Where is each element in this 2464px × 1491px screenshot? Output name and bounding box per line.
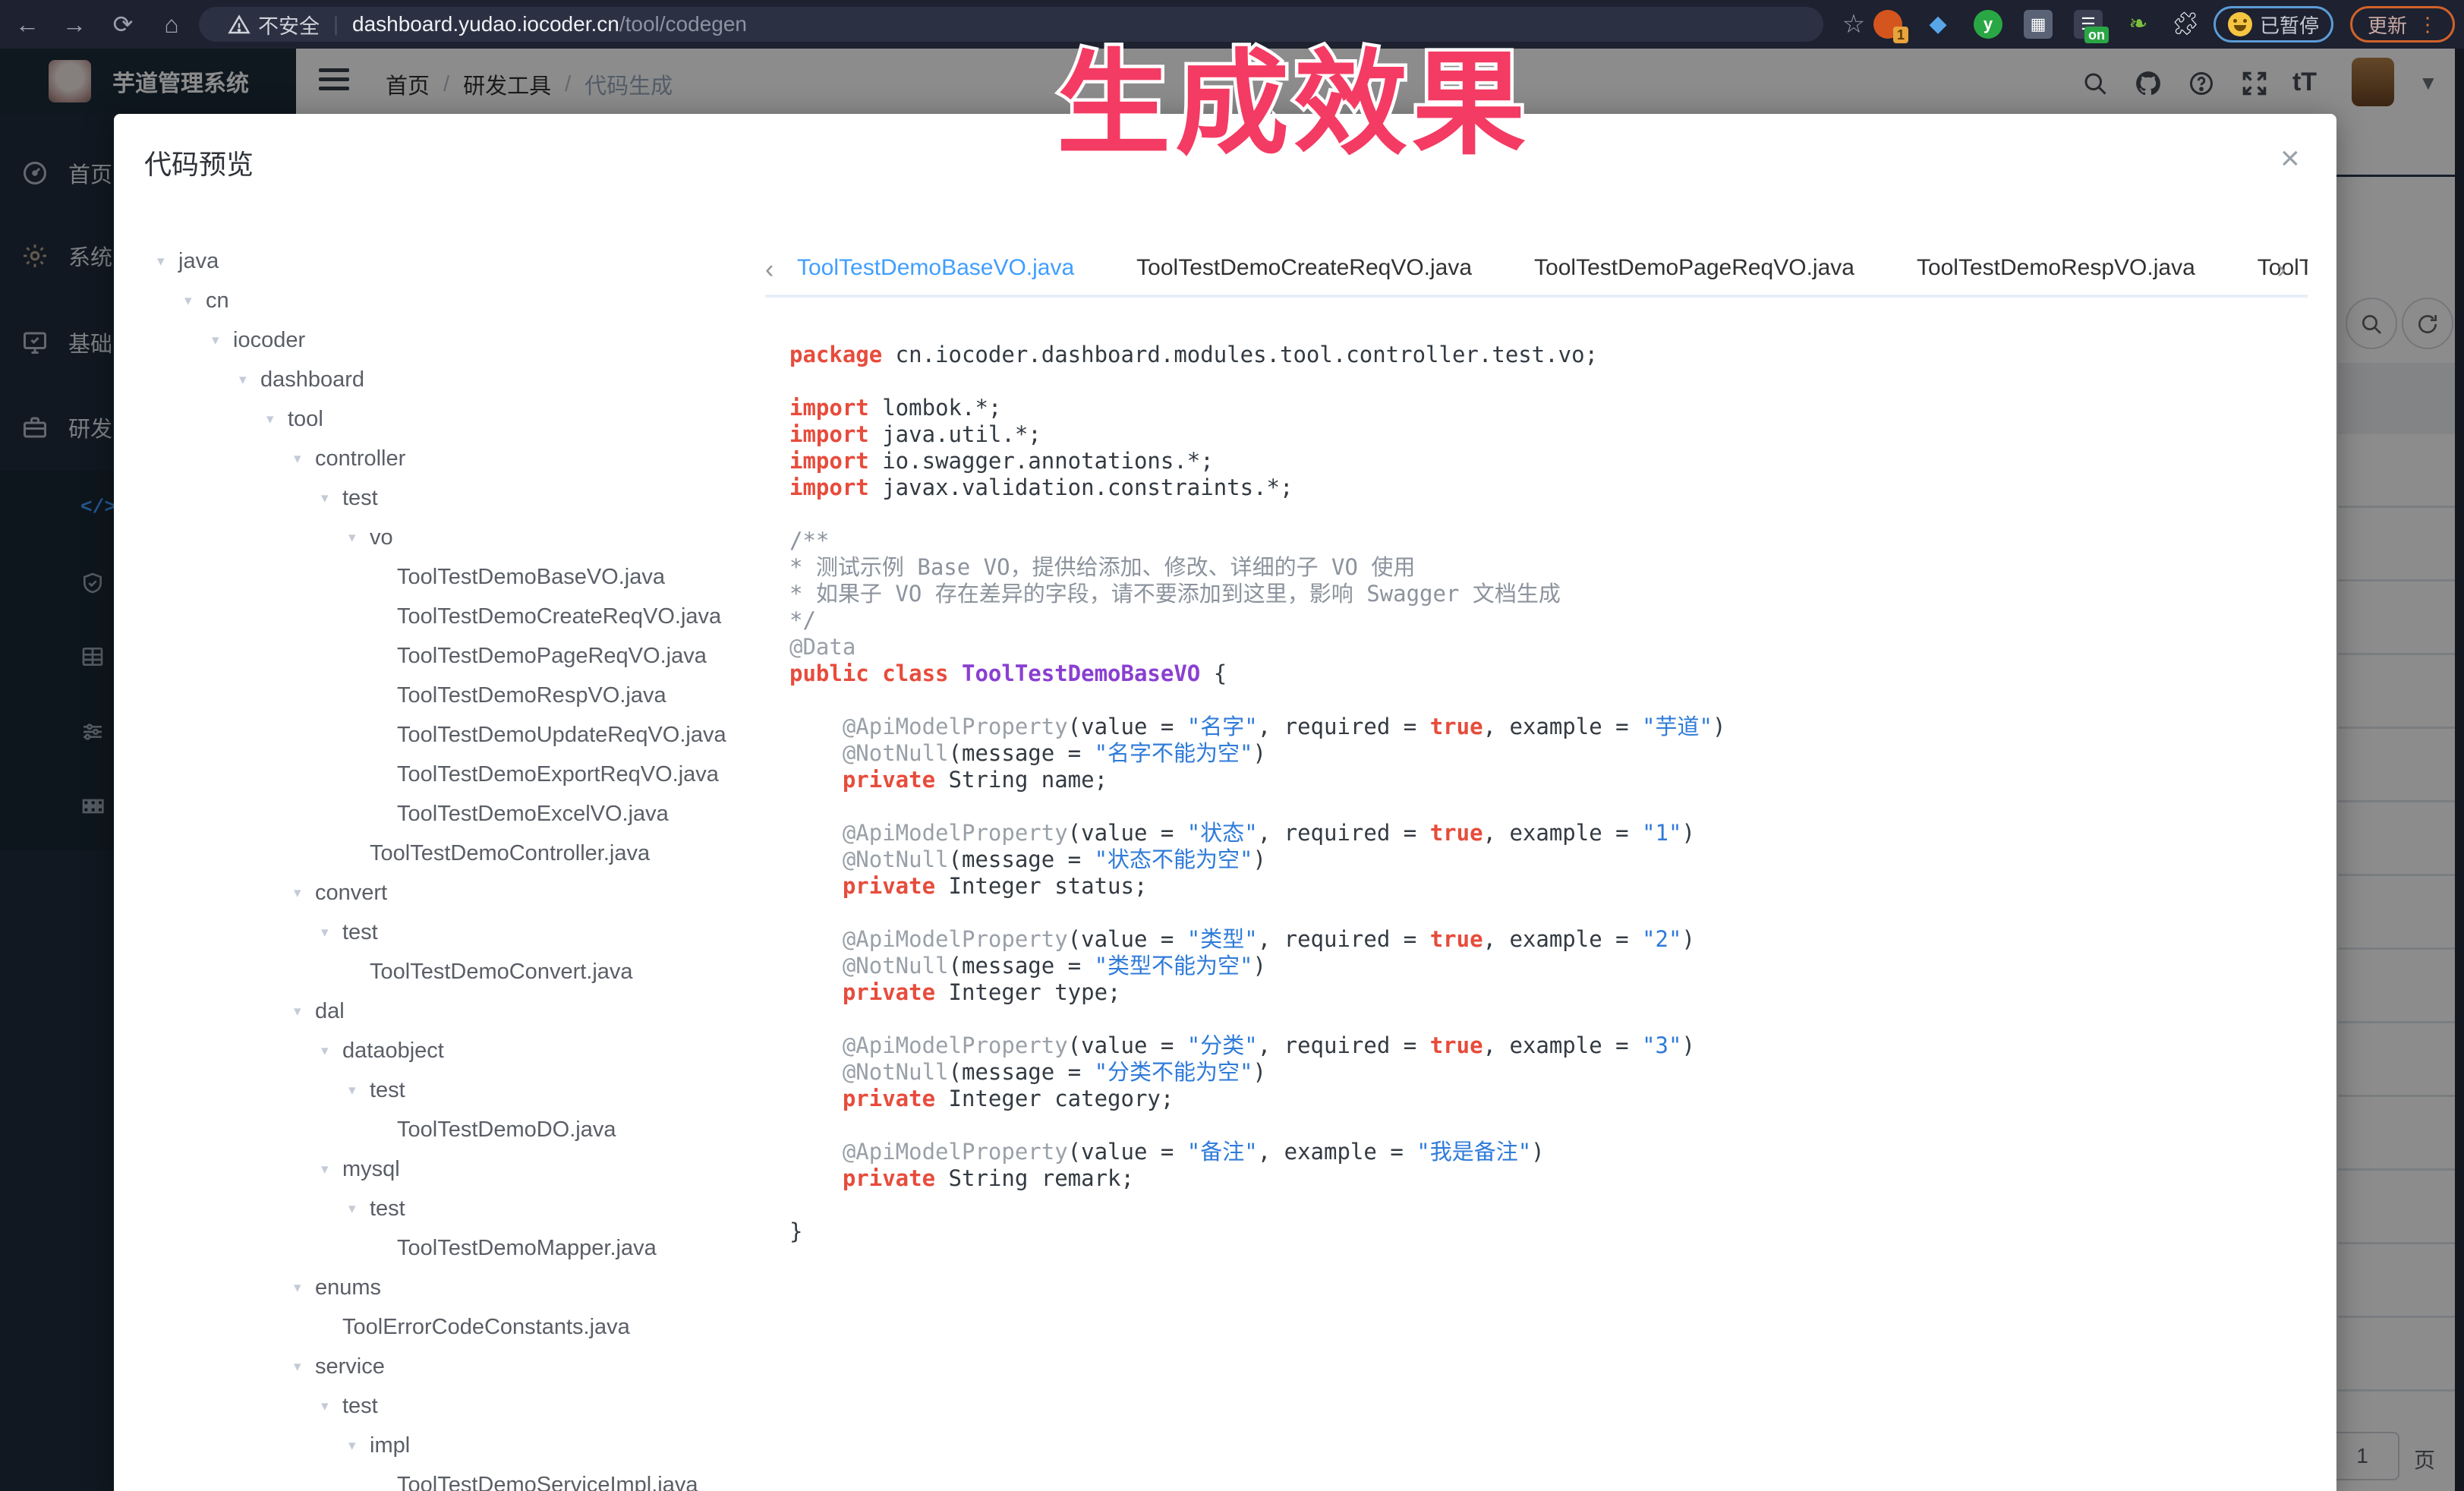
caret-down-icon[interactable]: ▾ <box>266 411 288 428</box>
tree-folder-node[interactable]: ▾mysql <box>144 1149 759 1189</box>
tree-folder-node[interactable]: ▾enums <box>144 1268 759 1307</box>
caret-down-icon[interactable]: ▾ <box>348 1200 370 1218</box>
reload-icon[interactable]: ⟳ <box>109 11 137 38</box>
caret-down-icon[interactable]: ▾ <box>294 450 315 468</box>
caret-down-icon[interactable]: ▾ <box>321 924 342 941</box>
tree-folder-node[interactable]: ▾dashboard <box>144 360 759 399</box>
file-tab[interactable]: ToolTestDemoCreateReqVO.java <box>1136 244 1472 296</box>
caret-down-icon[interactable]: ▾ <box>321 1398 342 1415</box>
caret-down-icon[interactable]: ▾ <box>348 1437 370 1455</box>
caret-down-icon[interactable]: ▾ <box>157 253 178 270</box>
browser-menu-icon[interactable]: ⋮ <box>2418 13 2437 36</box>
caret-down-icon[interactable]: ▾ <box>184 292 206 310</box>
tree-folder-node[interactable]: ▾iocoder <box>144 320 759 360</box>
code-viewer: package cn.iocoder.dashboard.modules.too… <box>789 342 2323 1245</box>
tree-folder-node[interactable]: ▾cn <box>144 281 759 320</box>
tree-file-node[interactable]: ToolTestDemoDO.java <box>144 1110 759 1149</box>
caret-down-icon[interactable]: ▾ <box>321 490 342 507</box>
caret-down-icon[interactable]: ▾ <box>294 1279 315 1297</box>
security-label: 不安全 <box>258 10 320 39</box>
tabs-scroll-right-icon[interactable]: › <box>2277 255 2286 285</box>
back-icon[interactable]: ← <box>14 11 41 38</box>
tree-file-node[interactable]: ToolTestDemoPageReqVO.java <box>144 636 759 676</box>
profile-paused-pill[interactable]: 已暂停 <box>2214 6 2333 43</box>
extension-grid-icon[interactable]: ▦ <box>2024 10 2053 39</box>
file-tabs: ‹ ToolTestDemoBaseVO.java ToolTestDemoCre… <box>765 244 2308 298</box>
extension-gem-icon[interactable]: ◆ <box>1924 10 1952 39</box>
annotation-text: 生成效果 <box>1057 12 1530 177</box>
bookmark-star-icon[interactable]: ☆ <box>1840 11 1867 38</box>
tree-file-node[interactable]: ToolTestDemoMapper.java <box>144 1228 759 1268</box>
home-icon[interactable]: ⌂ <box>158 11 185 38</box>
tree-file-node[interactable]: ToolTestDemoConvert.java <box>144 952 759 991</box>
caret-down-icon[interactable]: ▾ <box>239 371 260 389</box>
url-host: dashboard.yudao.iocoder.cn <box>352 12 619 36</box>
tree-file-node[interactable]: ToolTestDemoCreateReqVO.java <box>144 597 759 636</box>
tree-file-node[interactable]: ToolTestDemoBaseVO.java <box>144 557 759 597</box>
dialog-title: 代码预览 <box>144 143 254 182</box>
tree-folder-node[interactable]: ▾impl <box>144 1426 759 1465</box>
extensions-puzzle-icon[interactable]: 🧩︎ <box>2171 10 2200 39</box>
code-preview-dialog: 代码预览 × ▾java▾cn▾iocoder▾dashboard▾tool▾c… <box>114 114 2336 1491</box>
tree-file-node[interactable]: ToolTestDemoExcelVO.java <box>144 794 759 834</box>
extension-leaf-icon[interactable]: ❧ <box>2124 10 2153 39</box>
url-bar[interactable]: 不安全 | dashboard.yudao.iocoder.cn/tool/co… <box>199 7 1823 42</box>
tree-folder-node[interactable]: ▾convert <box>144 873 759 913</box>
tabs-scroll-left-icon[interactable]: ‹ <box>765 255 797 285</box>
close-icon[interactable]: × <box>2280 140 2300 178</box>
extension-orange-icon[interactable]: 1 <box>1873 10 1902 39</box>
tree-folder-node[interactable]: ▾tool <box>144 399 759 439</box>
browser-update-button[interactable]: 更新 ⋮ <box>2350 6 2455 43</box>
tree-file-node[interactable]: ToolTestDemoUpdateReqVO.java <box>144 715 759 755</box>
caret-down-icon[interactable]: ▾ <box>321 1161 342 1178</box>
extension-list-icon[interactable]: ☰ on <box>2074 10 2103 39</box>
caret-down-icon[interactable]: ▾ <box>212 332 233 349</box>
file-tab[interactable]: ToolTestDemoRespVO.java <box>1917 244 2195 296</box>
tree-folder-node[interactable]: ▾test <box>144 478 759 518</box>
tree-file-node[interactable]: ToolTestDemoExportReqVO.java <box>144 755 759 794</box>
url-path: /tool/codegen <box>619 12 747 36</box>
security-warning-icon <box>228 12 250 36</box>
file-tab[interactable]: ToolTestDemoBaseVO.java <box>797 244 1074 296</box>
caret-down-icon[interactable]: ▾ <box>321 1042 342 1060</box>
file-tab[interactable]: ToolTestDemoPageReqVO.java <box>1534 244 1854 296</box>
extension-y-icon[interactable]: y <box>1974 10 2002 39</box>
caret-down-icon[interactable]: ▾ <box>294 1003 315 1020</box>
tree-folder-node[interactable]: ▾test <box>144 913 759 952</box>
tree-folder-node[interactable]: ▾test <box>144 1070 759 1110</box>
tree-file-node[interactable]: ToolTestDemoServiceImpl.java <box>144 1465 759 1491</box>
tree-folder-node[interactable]: ▾controller <box>144 439 759 478</box>
tree-folder-node[interactable]: ▾service <box>144 1347 759 1386</box>
caret-down-icon[interactable]: ▾ <box>294 1358 315 1376</box>
tree-file-node[interactable]: ToolTestDemoController.java <box>144 834 759 873</box>
profile-emoji-icon <box>2228 12 2252 36</box>
file-tree: ▾java▾cn▾iocoder▾dashboard▾tool▾controll… <box>144 241 759 1491</box>
tree-file-node[interactable]: ToolErrorCodeConstants.java <box>144 1307 759 1347</box>
tree-folder-node[interactable]: ▾test <box>144 1189 759 1228</box>
update-label: 更新 <box>2368 11 2407 39</box>
tree-folder-node[interactable]: ▾vo <box>144 518 759 557</box>
forward-icon[interactable]: → <box>61 11 88 38</box>
caret-down-icon[interactable]: ▾ <box>348 529 370 547</box>
tree-folder-node[interactable]: ▾dal <box>144 991 759 1031</box>
caret-down-icon[interactable]: ▾ <box>294 884 315 902</box>
paused-label: 已暂停 <box>2260 11 2319 39</box>
tree-folder-node[interactable]: ▾java <box>144 241 759 281</box>
tree-file-node[interactable]: ToolTestDemoRespVO.java <box>144 676 759 715</box>
tree-folder-node[interactable]: ▾dataobject <box>144 1031 759 1070</box>
caret-down-icon[interactable]: ▾ <box>348 1082 370 1099</box>
tree-folder-node[interactable]: ▾test <box>144 1386 759 1426</box>
